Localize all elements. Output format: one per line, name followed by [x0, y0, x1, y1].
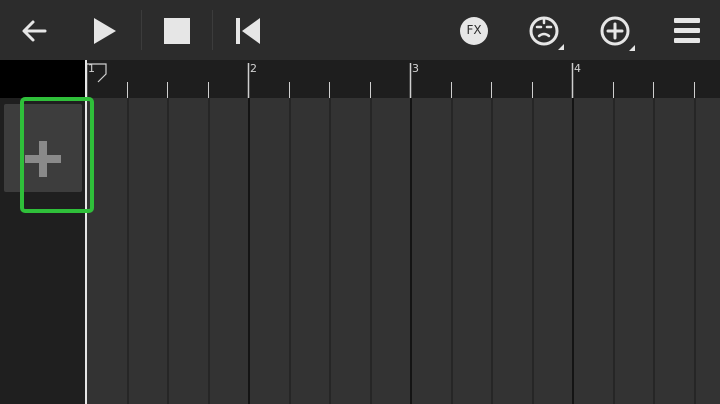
metronome-face-icon	[529, 16, 564, 50]
ruler-bar-label: 3	[412, 62, 419, 75]
grid-beat-line	[329, 98, 331, 404]
toolbar-divider	[141, 10, 142, 50]
fx-button[interactable]: FX	[459, 16, 489, 46]
toolbar-divider	[212, 10, 213, 50]
timeline-grid[interactable]	[86, 98, 720, 404]
tempo-button[interactable]	[528, 14, 568, 54]
grid-bar-line	[248, 98, 250, 404]
grid-beat-line	[613, 98, 615, 404]
grid-beat-line	[451, 98, 453, 404]
add-circle-icon	[600, 16, 635, 51]
grid-bar-line	[410, 98, 412, 404]
grid-beat-line	[694, 98, 696, 404]
grid-beat-line	[127, 98, 129, 404]
menu-icon	[674, 18, 700, 43]
highlight-box	[20, 97, 94, 213]
grid-beat-line	[491, 98, 493, 404]
grid-bar-line	[572, 98, 574, 404]
fx-label: FX	[466, 23, 482, 37]
play-icon	[94, 18, 116, 44]
add-button[interactable]	[598, 14, 638, 54]
play-button[interactable]	[90, 15, 120, 47]
rewind-button[interactable]	[232, 15, 264, 47]
ruler-bar-label: 4	[574, 62, 581, 75]
toolbar: FX	[0, 0, 720, 60]
back-button[interactable]	[18, 15, 50, 47]
timeline-ruler[interactable]: 1 2 3 4	[0, 60, 720, 98]
grid-beat-line	[653, 98, 655, 404]
ruler-bar-label: 1	[88, 62, 95, 75]
skip-to-start-icon	[236, 18, 260, 44]
grid-beat-line	[167, 98, 169, 404]
stop-icon	[164, 18, 190, 44]
grid-beat-line	[208, 98, 210, 404]
arrow-left-icon	[22, 20, 47, 42]
menu-button[interactable]	[672, 15, 702, 47]
ruler-ticks	[85, 63, 695, 98]
stop-button[interactable]	[162, 15, 192, 47]
grid-beat-line	[370, 98, 372, 404]
ruler-bar-label: 2	[250, 62, 257, 75]
grid-beat-line	[532, 98, 534, 404]
grid-beat-line	[289, 98, 291, 404]
